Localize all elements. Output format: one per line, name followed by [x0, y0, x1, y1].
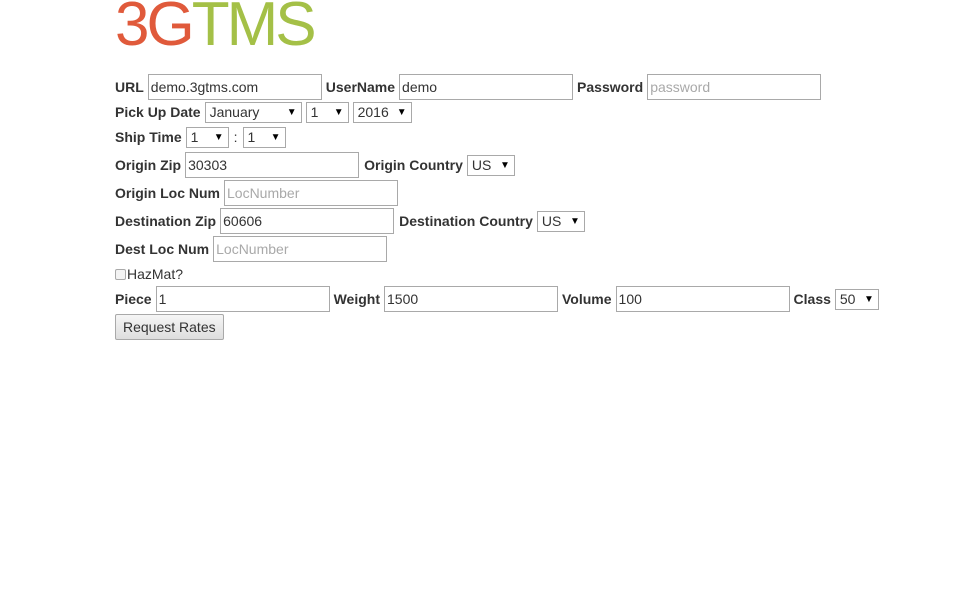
credentials-row: URL UserName Password — [115, 74, 822, 100]
origin-country-value: US — [471, 157, 492, 173]
dest-loc-num-input[interactable] — [213, 236, 388, 262]
username-input[interactable] — [399, 74, 574, 100]
ship-minute-value: 1 — [247, 129, 256, 145]
weight-input[interactable] — [384, 286, 558, 312]
dropdown-arrow-icon: ▼ — [396, 106, 407, 118]
ship-time-label: Ship Time — [115, 129, 182, 145]
shipment-details-row: Piece Weight Volume Class 50 ▼ — [115, 286, 879, 312]
destination-country-value: US — [541, 213, 562, 229]
pickup-date-label: Pick Up Date — [115, 104, 201, 120]
url-label: URL — [115, 79, 144, 95]
destination-row: Destination Zip Destination Country US ▼ — [115, 208, 585, 234]
pickup-day-value: 1 — [310, 104, 319, 120]
ship-minute-select[interactable]: 1 ▼ — [242, 126, 286, 148]
dropdown-arrow-icon: ▼ — [213, 131, 224, 143]
ship-hour-select[interactable]: 1 ▼ — [185, 126, 229, 148]
logo-part-tms: TMS — [191, 0, 317, 59]
pickup-year-value: 2016 — [357, 104, 389, 120]
hazmat-label: HazMat? — [127, 266, 184, 282]
class-label: Class — [793, 291, 831, 307]
url-input[interactable] — [147, 74, 322, 100]
class-value: 50 — [839, 291, 856, 307]
hazmat-row: HazMat? — [115, 262, 183, 286]
origin-zip-label: Origin Zip — [115, 157, 182, 173]
pickup-day-select[interactable]: 1 ▼ — [305, 101, 349, 123]
logo-part-3g: 3G — [115, 0, 195, 59]
destination-country-select[interactable]: US ▼ — [536, 210, 585, 232]
ship-time-row: Ship Time 1 ▼ : 1 ▼ — [115, 124, 286, 150]
pickup-year-select[interactable]: 2016 ▼ — [352, 101, 412, 123]
destination-zip-input[interactable] — [220, 208, 395, 234]
dropdown-arrow-icon: ▼ — [286, 106, 297, 118]
dropdown-arrow-icon: ▼ — [863, 293, 874, 305]
volume-input[interactable] — [615, 286, 790, 312]
pickup-month-value: January — [209, 104, 260, 120]
pickup-date-row: Pick Up Date January ▼ 1 ▼ 2016 ▼ — [115, 99, 412, 125]
dest-loc-row: Dest Loc Num — [115, 236, 388, 262]
submit-row: Request Rates — [115, 314, 224, 340]
origin-loc-num-label: Origin Loc Num — [115, 185, 220, 201]
origin-country-label: Origin Country — [364, 157, 463, 173]
dropdown-arrow-icon: ▼ — [333, 106, 344, 118]
origin-row: Origin Zip Origin Country US ▼ — [115, 152, 515, 178]
destination-country-label: Destination Country — [399, 213, 533, 229]
hazmat-checkbox[interactable] — [115, 268, 126, 280]
company-logo: 3GTMS — [115, 0, 317, 59]
piece-label: Piece — [115, 291, 152, 307]
pickup-month-select[interactable]: January ▼ — [204, 101, 302, 123]
request-rates-button[interactable]: Request Rates — [115, 314, 224, 340]
weight-label: Weight — [333, 291, 380, 307]
volume-label: Volume — [562, 291, 612, 307]
origin-country-select[interactable]: US ▼ — [466, 154, 515, 176]
password-label: Password — [577, 79, 644, 95]
ship-hour-value: 1 — [190, 129, 199, 145]
origin-zip-input[interactable] — [185, 152, 360, 178]
dest-loc-num-label: Dest Loc Num — [115, 241, 210, 257]
destination-zip-label: Destination Zip — [115, 213, 217, 229]
dropdown-arrow-icon: ▼ — [570, 215, 580, 227]
origin-loc-row: Origin Loc Num — [115, 180, 398, 206]
time-separator: : — [233, 129, 238, 145]
dropdown-arrow-icon: ▼ — [270, 131, 281, 143]
dropdown-arrow-icon: ▼ — [499, 159, 510, 171]
username-label: UserName — [325, 79, 396, 95]
class-select[interactable]: 50 ▼ — [834, 288, 879, 310]
piece-input[interactable] — [155, 286, 330, 312]
password-input[interactable] — [647, 74, 822, 100]
origin-loc-num-input[interactable] — [224, 180, 398, 206]
